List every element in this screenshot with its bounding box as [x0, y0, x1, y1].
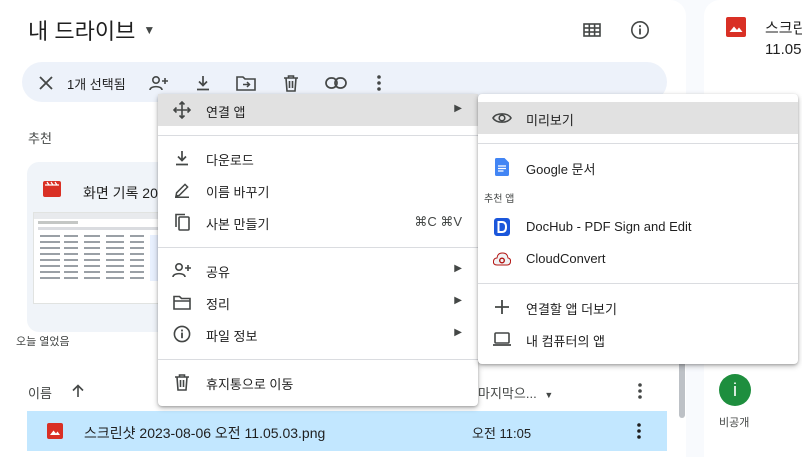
google-docs-icon — [492, 157, 512, 177]
download-icon[interactable] — [191, 71, 215, 95]
plus-icon — [492, 297, 512, 317]
submenu-item-more-apps[interactable]: 연결할 앱 더보기 — [478, 291, 798, 323]
eye-icon — [492, 108, 512, 128]
caret-down-icon: ▼ — [544, 390, 554, 400]
chevron-down-icon: ▼ — [143, 23, 156, 37]
open-with-submenu: 미리보기 Google 문서 추천 앱 DocHub - PDF Sign an… — [478, 94, 798, 364]
copy-icon — [172, 212, 192, 232]
page-title: 내 드라이브 — [28, 19, 136, 44]
my-drive-title[interactable]: 내 드라이브 ▼ — [28, 14, 155, 46]
shortcut-copy-paste: ⌘C ⌘V — [414, 214, 462, 229]
context-menu: 연결 앱 ▶ 다운로드 이름 바꾸기 사본 만들기 ⌘C ⌘V 공유 ▶ 정리 … — [158, 94, 478, 406]
privacy-label: 비공개 — [719, 417, 750, 429]
close-icon[interactable] — [34, 71, 58, 95]
pencil-icon — [172, 180, 192, 200]
submenu-item-preview[interactable]: 미리보기 — [478, 102, 798, 134]
menu-item-rename[interactable]: 이름 바꾸기 — [158, 174, 478, 206]
sort-arrow-up-icon[interactable] — [72, 384, 84, 401]
menu-item-download[interactable]: 다운로드 — [158, 142, 478, 174]
file-thumbnail — [33, 212, 171, 304]
info-icon[interactable] — [628, 18, 652, 42]
submenu-item-cloudconvert[interactable]: CloudConvert — [478, 243, 798, 275]
details-title-line1: 스크린 — [765, 20, 802, 37]
list-more-vert-icon[interactable] — [628, 379, 652, 403]
video-file-icon — [43, 181, 61, 197]
grid-view-icon[interactable] — [580, 18, 604, 42]
person-add-icon — [172, 260, 192, 280]
menu-item-open-with[interactable]: 연결 앱 ▶ — [158, 94, 478, 126]
details-title-line2: 11.05 — [765, 41, 802, 58]
cloudconvert-icon — [492, 249, 512, 269]
menu-item-organize[interactable]: 정리 ▶ — [158, 286, 478, 318]
info-icon — [172, 324, 192, 344]
move-arrows-icon — [172, 100, 192, 120]
submenu-item-google-docs[interactable]: Google 문서 — [478, 151, 798, 183]
menu-divider — [158, 247, 478, 248]
menu-item-file-info[interactable]: 파일 정보 ▶ — [158, 318, 478, 350]
row-more-vert-icon[interactable] — [637, 423, 641, 444]
menu-item-share[interactable]: 공유 ▶ — [158, 254, 478, 286]
menu-divider — [158, 135, 478, 136]
trash-icon — [172, 372, 192, 392]
avatar[interactable]: i — [719, 374, 751, 406]
submenu-arrow-icon: ▶ — [454, 295, 462, 306]
suggested-section-label: 추천 — [28, 131, 52, 146]
menu-item-make-copy[interactable]: 사본 만들기 ⌘C ⌘V — [158, 206, 478, 238]
suggested-card-footer: 오늘 열었음 — [16, 336, 70, 348]
submenu-item-dochub[interactable]: DocHub - PDF Sign and Edit — [478, 211, 798, 243]
menu-divider — [158, 359, 478, 360]
submenu-arrow-icon: ▶ — [454, 263, 462, 274]
selection-count: 1개 선택됨 — [67, 77, 126, 92]
image-file-icon — [47, 423, 63, 444]
share-person-add-icon[interactable] — [147, 71, 171, 95]
column-header-name[interactable]: 이름 — [28, 383, 84, 402]
laptop-icon — [492, 329, 512, 349]
submenu-item-computer-apps[interactable]: 내 컴퓨터의 앱 — [478, 323, 798, 355]
download-icon — [172, 148, 192, 168]
trash-icon[interactable] — [279, 71, 303, 95]
suggested-file-card[interactable]: 화면 기록 2023 — [27, 162, 177, 332]
move-to-folder-icon[interactable] — [234, 71, 258, 95]
link-icon[interactable] — [324, 71, 348, 95]
column-header-modified[interactable]: 마지막으... ▼ — [478, 383, 553, 402]
table-row[interactable]: 스크린샷 2023-08-06 오전 11.05.03.png 오전 11:05 — [27, 411, 667, 451]
menu-divider — [478, 143, 798, 144]
folder-icon — [172, 292, 192, 312]
file-modified: 오전 11:05 — [472, 426, 532, 441]
recommended-apps-header: 추천 앱 — [484, 194, 515, 205]
image-file-icon — [726, 17, 746, 42]
dochub-icon — [492, 217, 512, 237]
submenu-arrow-icon: ▶ — [454, 103, 462, 114]
more-vert-icon[interactable] — [367, 71, 391, 95]
submenu-arrow-icon: ▶ — [454, 327, 462, 338]
menu-item-move-to-trash[interactable]: 휴지통으로 이동 — [158, 366, 478, 398]
file-name: 스크린샷 2023-08-06 오전 11.05.03.png — [84, 425, 326, 441]
menu-divider — [478, 283, 798, 284]
